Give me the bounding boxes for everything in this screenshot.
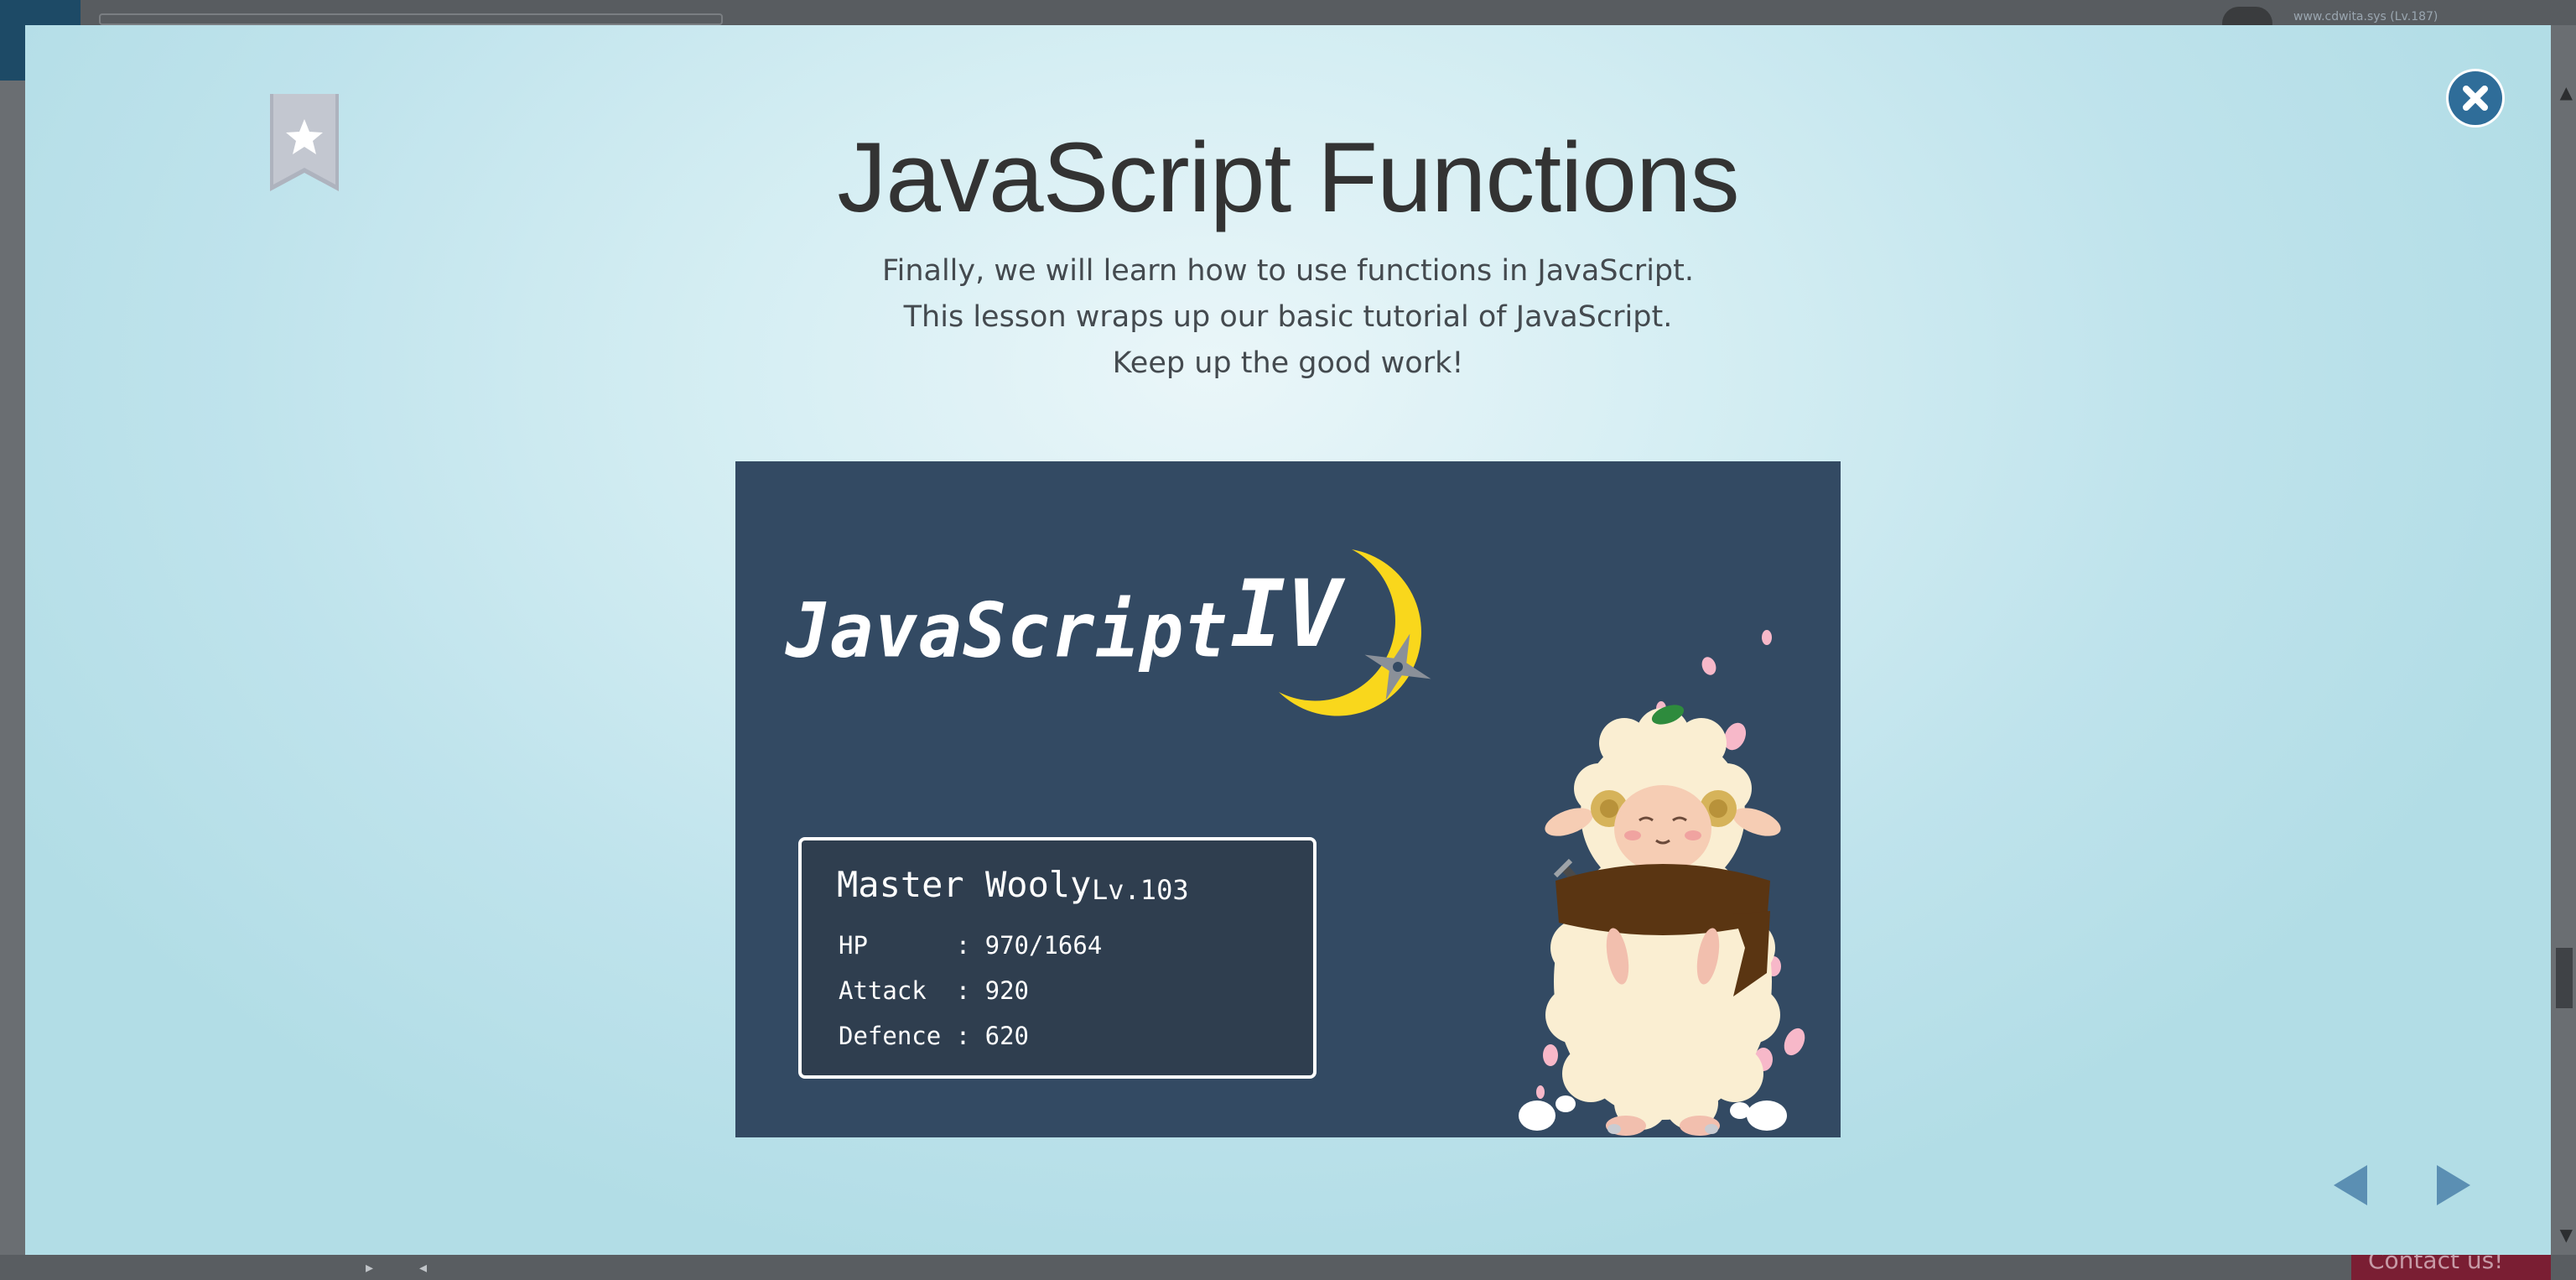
stat-value: 920 bbox=[984, 976, 1029, 1005]
background-search-bar bbox=[99, 13, 723, 25]
logo-numeral: IV bbox=[1230, 560, 1342, 668]
arrow-left-icon bbox=[2334, 1165, 2367, 1205]
stat-value: 970/1664 bbox=[984, 931, 1103, 960]
close-button[interactable] bbox=[2449, 71, 2502, 125]
scroll-up-icon: ▲ bbox=[2559, 82, 2573, 102]
scroll-down-icon: ▼ bbox=[2559, 1225, 2573, 1245]
character-status-box: Master Wooly Lv.103 HP : 970/1664 Attack… bbox=[798, 837, 1317, 1079]
page-title: JavaScript Functions bbox=[837, 122, 1739, 233]
sheep-ninja-illustration bbox=[1519, 630, 1805, 1136]
stat-value: 620 bbox=[984, 1022, 1029, 1050]
logo-text: JavaScript bbox=[786, 586, 1228, 675]
lesson-illustration: JavaScript IV Master Wooly Lv.103 HP : 9… bbox=[735, 461, 1841, 1137]
scroll-left-icon: ◂ bbox=[419, 1259, 428, 1277]
stat-label: HP bbox=[839, 931, 956, 960]
next-button[interactable] bbox=[2430, 1162, 2477, 1209]
background-bottombar bbox=[0, 1255, 2576, 1280]
lesson-modal: JavaScript Functions Finally, we will le… bbox=[25, 25, 2551, 1255]
character-name: Master Wooly bbox=[837, 864, 1092, 905]
close-icon bbox=[2463, 86, 2488, 111]
previous-button[interactable] bbox=[2327, 1162, 2374, 1209]
arrow-right-icon bbox=[2437, 1165, 2470, 1205]
stat-label: Defence bbox=[839, 1022, 956, 1050]
character-level: Lv.103 bbox=[1092, 874, 1189, 906]
stat-label: Attack bbox=[839, 976, 956, 1005]
background-scrollbar-thumb bbox=[2556, 948, 2573, 1008]
lesson-description: Finally, we will learn how to use functi… bbox=[25, 248, 2551, 387]
stat-row-attack: Attack : 920 bbox=[839, 976, 1029, 1005]
scroll-right-icon: ▸ bbox=[366, 1259, 374, 1277]
stat-row-defence: Defence : 620 bbox=[839, 1022, 1029, 1050]
stat-row-hp: HP : 970/1664 bbox=[839, 931, 1103, 960]
description-line: This lesson wraps up our basic tutorial … bbox=[903, 300, 1673, 334]
description-line: Finally, we will learn how to use functi… bbox=[882, 254, 1694, 288]
description-line: Keep up the good work! bbox=[1112, 346, 1464, 380]
background-user-text: www.cdwita.sys (Lv.187) bbox=[2293, 10, 2438, 23]
